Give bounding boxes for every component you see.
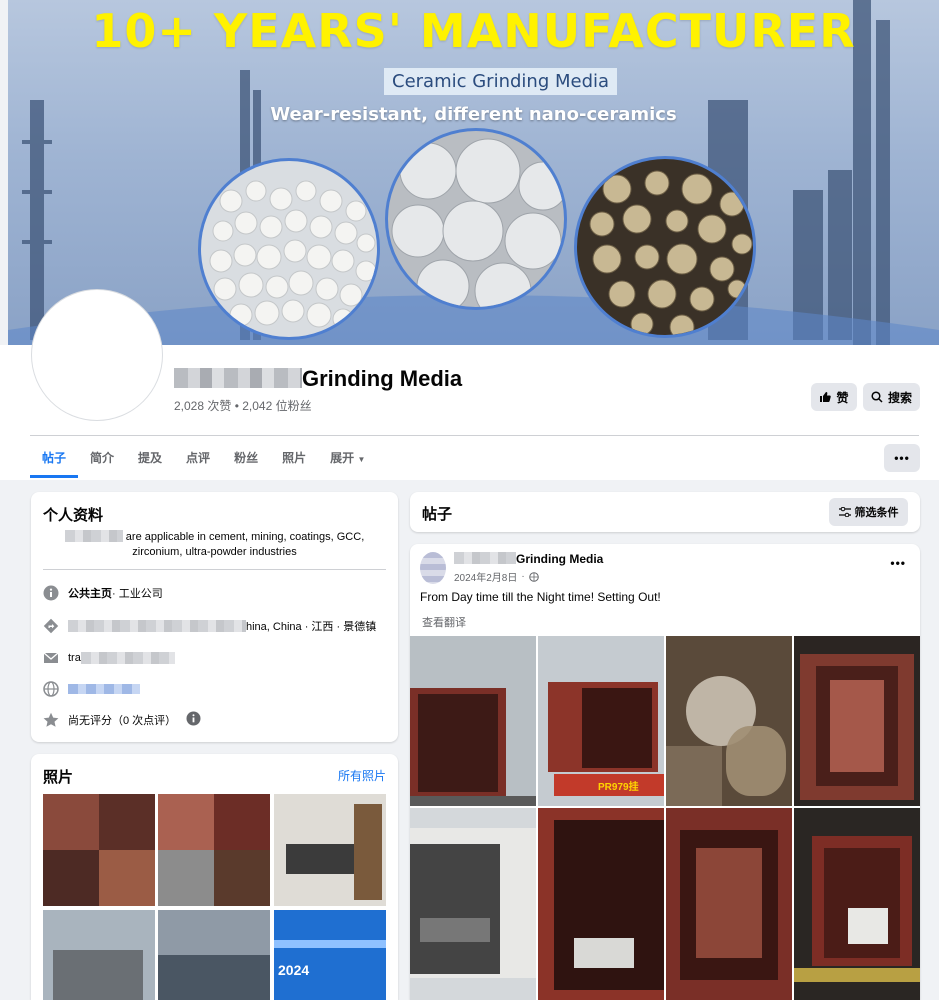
post-date[interactable]: 2024年2月8日 [454,569,517,584]
photos-title: 照片 [43,769,74,786]
info-icon [43,585,59,601]
post-card: Grinding Media 2024年2月8日 · ••• From Day t… [410,544,920,1000]
page-stats[interactable]: 2,028 次赞 • 2,042 位粉丝 [174,397,312,414]
category-row: 公共主页 · 工业公司 [43,585,163,601]
blurred-bio-prefix [64,530,123,542]
post-photo[interactable] [410,636,536,806]
filter-icon [838,507,851,517]
photo-thumbnail[interactable] [158,910,270,1000]
globe-public-icon [528,571,539,582]
directions-icon [43,618,59,634]
rating-info-icon[interactable] [186,711,201,729]
cover-headline: 10+ YEARS' MANUFACTURER [91,4,856,58]
photos-card: 照片 所有照片 2024 [31,754,398,1000]
post-photo[interactable]: PR979挂 [538,636,664,806]
search-icon [871,391,883,403]
tab-mentions[interactable]: 提及 [126,438,174,478]
post-photo-grid: PR979挂 [410,636,920,1000]
blurred-name-prefix [174,368,302,388]
like-label: 赞 [836,390,849,405]
blurred-email [80,652,175,664]
address-row[interactable]: hina, China · 江西 · 景德镇 [43,618,376,634]
posts-header-card: 帖子 筛选条件 [410,492,920,532]
star-icon [43,712,59,728]
rating-row: 尚无评分（0 次点评） [43,711,201,729]
address-text: hina, China · 江西 · 景德镇 [246,621,377,633]
email-row[interactable]: tra [43,650,175,666]
truck-plate: PR979挂 [598,782,639,793]
intro-title: 个人资料 [43,507,104,524]
tab-about[interactable]: 简介 [78,438,126,478]
thumbs-up-icon [820,392,832,402]
see-translation-link[interactable]: 查看翻译 [422,614,466,630]
header-divider [30,435,919,436]
cover-product-label: Ceramic Grinding Media [384,68,618,95]
tab-posts[interactable]: 帖子 [30,438,79,478]
page-avatar[interactable] [32,290,162,420]
post-text: From Day time till the Night time! Setti… [420,590,661,604]
caret-down-icon: ▼ [357,455,366,464]
post-photo[interactable] [794,808,920,1000]
post-photo[interactable] [794,636,920,806]
intro-bio: are applicable in cement, mining, coatin… [43,530,386,560]
posts-title: 帖子 [422,506,453,523]
blurred-address [68,620,246,632]
post-photo[interactable] [666,636,792,806]
tab-reviews[interactable]: 点评 [174,438,222,478]
tab-more[interactable]: 展开 ▼ [318,438,377,478]
banner-year-text: 2024 [278,962,310,978]
post-photo[interactable] [410,808,536,1000]
white-balls-image [198,158,380,340]
photo-thumbnail[interactable] [158,794,270,906]
like-button[interactable]: 赞 [811,383,857,411]
search-button[interactable]: 搜索 [863,383,920,411]
blurred-author-prefix [454,552,516,564]
post-photo[interactable] [538,808,664,1000]
category-label: 公共主页 [68,588,112,600]
cover-photo[interactable]: 10+ YEARS' MANUFACTURER Ceramic Grinding… [8,0,939,345]
brown-balls-image [574,156,756,338]
photo-thumbnail[interactable]: 2024 [274,910,386,1000]
blurred-website-link[interactable] [68,684,140,694]
page-tabs: 帖子 简介 提及 点评 粉丝 照片 展开 ▼ [30,438,377,480]
email-icon [43,650,59,666]
search-label: 搜索 [887,390,912,405]
post-author-avatar[interactable] [420,552,446,584]
post-meta: 2024年2月8日 · [454,569,539,584]
tab-photos[interactable]: 照片 [270,438,318,478]
post-author-name[interactable]: Grinding Media [454,552,603,566]
photo-thumbnail[interactable] [43,794,155,906]
website-row[interactable] [43,681,140,697]
rating-text: 尚无评分（0 次点评） [68,715,177,727]
intro-card: 个人资料 are applicable in cement, mining, c… [31,492,398,742]
photo-thumbnail[interactable] [43,910,155,1000]
post-photo[interactable] [666,808,792,1000]
cover-tagline: Wear-resistant, different nano-ceramics [270,104,677,125]
post-options-button[interactable]: ••• [890,556,906,570]
filter-button[interactable]: 筛选条件 [829,498,908,526]
photo-thumbnail[interactable] [274,794,386,906]
tab-followers[interactable]: 粉丝 [222,438,270,478]
more-options-button[interactable]: ••• [884,444,920,472]
globe-icon [43,681,59,697]
category-value: · 工业公司 [112,588,163,600]
page-title[interactable]: Grinding Media [174,366,462,392]
email-text: tra [68,652,81,664]
grey-balls-image [385,128,567,310]
intro-divider [43,569,386,570]
all-photos-link[interactable]: 所有照片 [338,767,386,784]
